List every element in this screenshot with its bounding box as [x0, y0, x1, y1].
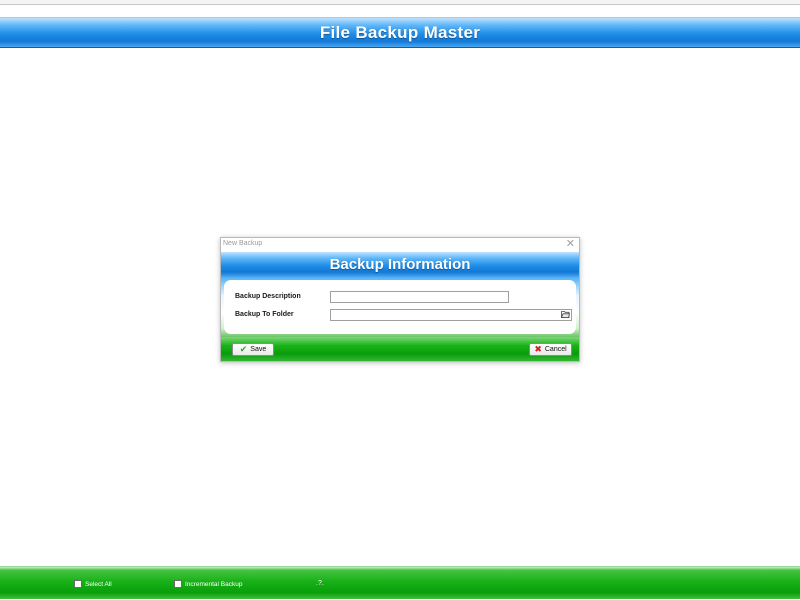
- incremental-backup-checkbox[interactable]: Incremental Backup: [174, 580, 242, 588]
- backup-folder-field-wrap: [330, 309, 572, 321]
- status-text: .?.: [316, 580, 324, 587]
- backup-description-input[interactable]: [330, 291, 509, 303]
- bottom-bar: Select All Incremental Backup .?.: [0, 566, 800, 599]
- x-icon: ✖: [534, 344, 542, 354]
- dialog-body: Backup Description Backup To Folder: [221, 277, 579, 337]
- dialog-header: Backup Information: [221, 252, 579, 277]
- backup-to-folder-label: Backup To Folder: [235, 311, 294, 318]
- dialog-form-panel: Backup Description Backup To Folder: [224, 280, 576, 334]
- dialog-header-title: Backup Information: [329, 256, 471, 273]
- save-button-label: Save: [250, 346, 267, 353]
- cancel-button-label: Cancel: [544, 346, 567, 353]
- select-all-checkbox[interactable]: Select All: [74, 580, 112, 588]
- incremental-backup-checkbox-box[interactable]: [174, 580, 182, 588]
- save-button[interactable]: ✔ Save: [232, 343, 274, 356]
- cancel-button[interactable]: ✖ Cancel: [529, 343, 572, 356]
- check-icon: ✔: [239, 344, 248, 354]
- app-header: File Backup Master: [0, 17, 800, 48]
- new-backup-dialog: New Backup ✕ Backup Information Backup D…: [220, 237, 580, 362]
- select-all-checkbox-box[interactable]: [74, 580, 82, 588]
- folder-open-icon[interactable]: [560, 309, 571, 319]
- select-all-label: Select All: [85, 580, 112, 588]
- close-icon[interactable]: ✕: [566, 237, 575, 250]
- app-title: File Backup Master: [319, 22, 481, 42]
- top-strip: [0, 0, 800, 5]
- dialog-titlebar: New Backup ✕: [221, 238, 579, 252]
- dialog-window-title: New Backup: [223, 240, 263, 247]
- backup-folder-input[interactable]: [330, 309, 572, 321]
- incremental-backup-label: Incremental Backup: [185, 580, 243, 588]
- backup-description-label: Backup Description: [235, 293, 301, 300]
- dialog-footer: ✔ Save ✖ Cancel: [221, 337, 579, 361]
